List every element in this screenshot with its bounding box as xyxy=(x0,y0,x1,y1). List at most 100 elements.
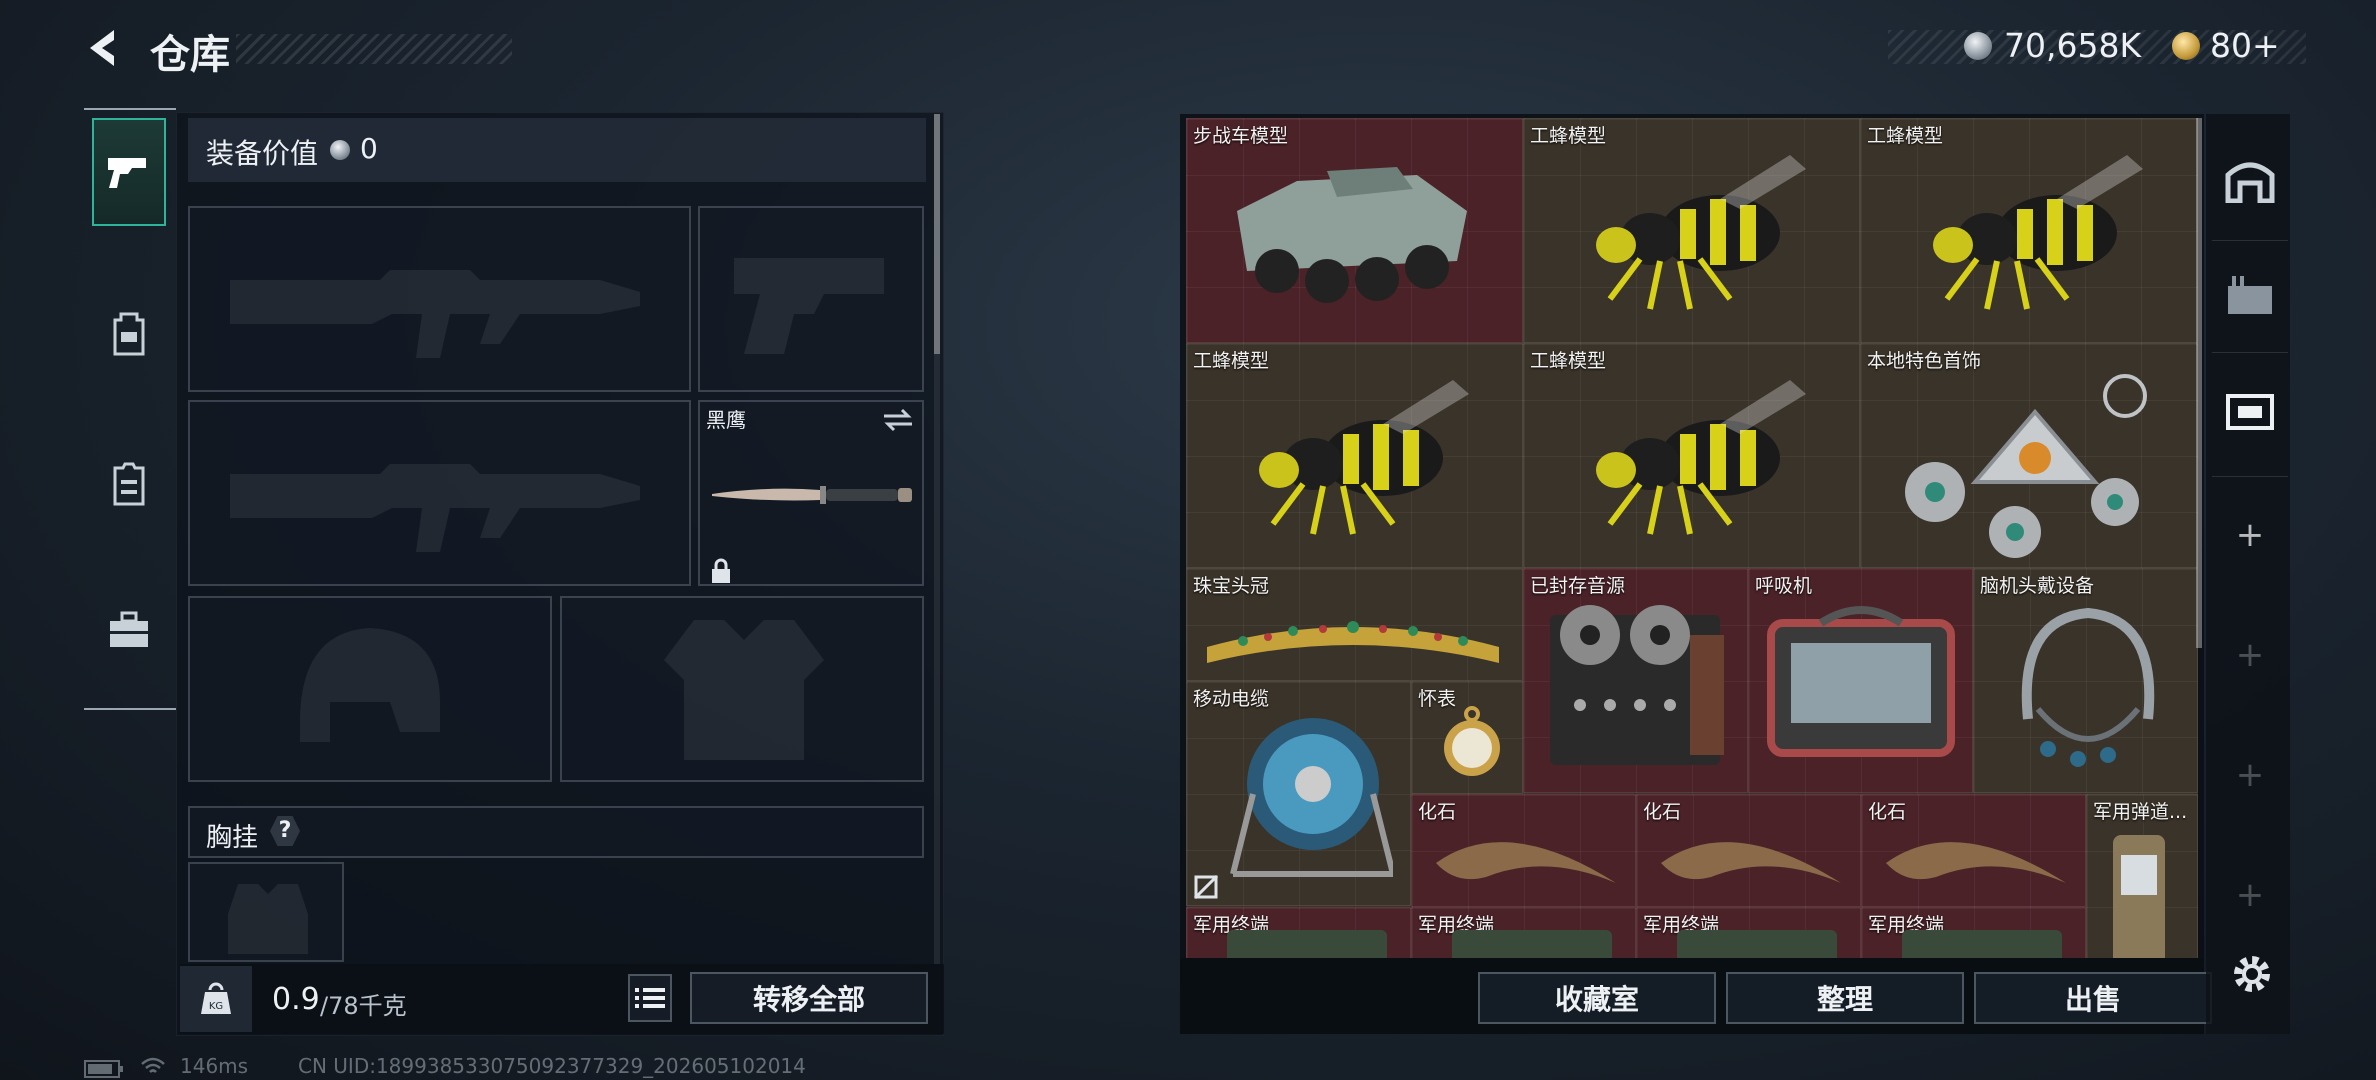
no-image-icon xyxy=(1193,874,1219,900)
chest-rig-silhouette-icon xyxy=(228,884,308,954)
storage-item[interactable]: 移动电缆 xyxy=(1186,681,1411,906)
ballistic-computer-icon xyxy=(2113,835,2165,958)
chest-rig-slot[interactable] xyxy=(188,862,344,962)
storage-item[interactable]: 本地特色首饰 xyxy=(1860,343,2198,568)
storage-item[interactable]: 军用终端 xyxy=(1411,907,1636,958)
gold-amount[interactable]: 80+ xyxy=(2210,26,2280,65)
storage-item[interactable]: 军用终端 xyxy=(1636,907,1861,958)
tab-divider-bottom xyxy=(84,708,176,710)
storage-item[interactable]: 化石 xyxy=(1861,794,2086,907)
tab-storage-2[interactable] xyxy=(2214,240,2286,350)
ping-text: 146ms xyxy=(180,1054,249,1078)
cable-reel-icon xyxy=(1230,718,1393,877)
storage-item[interactable]: 呼吸机 xyxy=(1748,568,1973,793)
add-storage-button-disabled: + xyxy=(2235,875,2265,915)
gold-coin-icon xyxy=(2172,32,2200,60)
warehouse-icon xyxy=(2225,162,2275,203)
military-terminal-icon xyxy=(1452,930,1612,958)
primary-weapon-slot[interactable] xyxy=(188,206,691,392)
storage-item[interactable]: 工蜂模型 xyxy=(1186,343,1523,568)
tab-weapons[interactable] xyxy=(92,118,166,226)
tab-storage-3[interactable] xyxy=(2214,356,2286,466)
backpack-icon xyxy=(113,312,145,356)
chest-rig-header: 胸挂 ? xyxy=(188,806,924,858)
equipment-value-label: 装备价值 xyxy=(206,137,319,170)
pistol-icon xyxy=(108,158,146,188)
add-storage-button[interactable]: + xyxy=(2214,480,2286,590)
list-icon xyxy=(635,988,665,1008)
chest-rig-help-icon[interactable]: ? xyxy=(270,816,300,846)
helmet-silhouette-icon xyxy=(300,628,440,742)
organize-button[interactable]: 整理 xyxy=(1726,972,1964,1024)
secondary-weapon-slot[interactable] xyxy=(188,400,691,586)
military-terminal-icon xyxy=(1677,930,1837,958)
military-terminal-icon xyxy=(1902,930,2062,958)
bee-model-icon xyxy=(1259,380,1469,535)
storage-scrollbar-thumb[interactable] xyxy=(2196,118,2202,648)
fossil-claw-icon xyxy=(1886,842,2066,883)
loadout-scrollbar-thumb[interactable] xyxy=(934,114,940,354)
storage-item[interactable]: 已封存音源 xyxy=(1523,568,1748,793)
storage-item[interactable]: 化石 xyxy=(1636,794,1861,907)
tiara-icon xyxy=(1207,621,1499,663)
title-stripe xyxy=(236,34,512,64)
collection-room-button[interactable]: 收藏室 xyxy=(1478,972,1716,1024)
melee-slot[interactable]: 黑鹰 xyxy=(698,400,924,586)
page-title: 仓库 xyxy=(150,32,230,78)
storage-item[interactable]: 怀表 xyxy=(1411,681,1523,794)
storage-crate-icon xyxy=(2226,394,2274,430)
storage-item[interactable]: 工蜂模型 xyxy=(1523,343,1860,568)
storage-item[interactable]: 工蜂模型 xyxy=(1860,118,2198,343)
equipment-value: 0 xyxy=(360,132,378,165)
melee-name: 黑鹰 xyxy=(706,408,746,432)
tab-vest[interactable] xyxy=(92,430,166,538)
weight-icon: KG xyxy=(201,982,231,1014)
svg-text:KG: KG xyxy=(209,1001,223,1012)
sidearm-slot[interactable] xyxy=(698,206,924,392)
tab-divider-top xyxy=(84,108,176,110)
weight-max: /78千克 xyxy=(320,992,407,1020)
fossil-claw-icon xyxy=(1436,842,1616,883)
silver-amount: 70,658K xyxy=(2004,26,2142,65)
tab-case[interactable] xyxy=(92,576,166,684)
sell-button[interactable]: 出售 xyxy=(1974,972,2212,1024)
tab-backpack[interactable] xyxy=(92,280,166,388)
storage-item[interactable]: 军用终端 xyxy=(1861,907,2086,958)
body-armor-slot[interactable] xyxy=(560,596,924,782)
bee-model-icon xyxy=(1933,155,2143,310)
storage-item[interactable]: 步战车模型 xyxy=(1186,118,1523,343)
silver-coin-icon xyxy=(330,140,350,160)
swap-icon[interactable] xyxy=(882,408,914,432)
pistol-silhouette-icon xyxy=(734,258,884,354)
settings-gear-icon[interactable] xyxy=(2230,952,2274,996)
storage-item[interactable]: 军用终端 xyxy=(1186,907,1411,958)
uid-text: CN UID:18993853307509237732​9_2026051020… xyxy=(298,1054,806,1078)
storage-item[interactable]: 军用弹道... xyxy=(2086,794,2198,958)
side-tab-divider xyxy=(2212,352,2288,353)
armor-silhouette-icon xyxy=(664,620,824,760)
storage-item[interactable]: 工蜂模型 xyxy=(1523,118,1860,343)
lock-icon xyxy=(712,558,730,583)
side-tab-divider xyxy=(2212,476,2288,477)
back-arrow-icon[interactable] xyxy=(82,26,126,70)
storage-grid: 步战车模型 工蜂模型 工蜂模型 工蜂模型 工蜂模型 本地特色首饰 珠宝头冠 已封… xyxy=(1186,118,2198,958)
headset-icon xyxy=(2021,607,2155,767)
helmet-slot[interactable] xyxy=(188,596,552,782)
storage-item[interactable]: 化石 xyxy=(1411,794,1636,907)
silver-coin-icon xyxy=(1964,32,1992,60)
weight-icon-box: KG xyxy=(180,966,252,1032)
weight-current: 0.9 xyxy=(272,982,320,1017)
chest-rig-label: 胸挂 xyxy=(206,823,259,853)
tab-main-storage[interactable] xyxy=(2214,124,2286,234)
knife-icon xyxy=(712,486,912,504)
fossil-claw-icon xyxy=(1661,842,1841,883)
storage-item[interactable]: 脑机头戴设备 xyxy=(1973,568,2198,793)
ventilator-icon xyxy=(1767,606,1955,757)
list-view-button[interactable] xyxy=(628,974,672,1022)
pocket-watch-icon xyxy=(1444,706,1500,776)
transfer-all-button[interactable]: 转移全部 xyxy=(690,972,928,1024)
rifle-silhouette-icon xyxy=(230,464,640,552)
ifv-model-icon xyxy=(1237,167,1467,303)
military-terminal-icon xyxy=(1227,930,1387,958)
storage-item[interactable]: 珠宝头冠 xyxy=(1186,568,1523,681)
